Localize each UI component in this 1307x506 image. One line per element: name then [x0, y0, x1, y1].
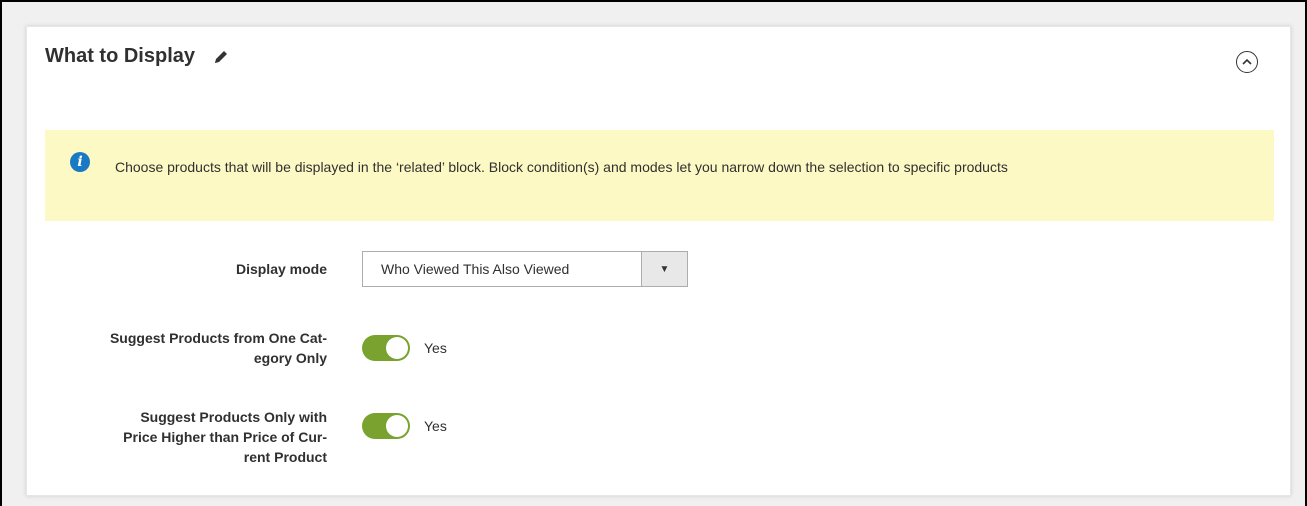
higher-price-label-line1: Suggest Products Only with	[140, 409, 327, 425]
notice-text: Choose products that will be displayed i…	[115, 159, 1008, 175]
what-to-display-panel: What to Display i Choose products that w…	[26, 26, 1291, 496]
one-category-toggle[interactable]	[362, 335, 410, 361]
display-mode-select[interactable]: Who Viewed This Also Viewed ▼	[362, 251, 688, 287]
higher-price-label: Suggest Products Only with Price Higher …	[27, 407, 327, 467]
chevron-up-circle-icon[interactable]	[1236, 51, 1258, 73]
panel-header: What to Display	[45, 45, 229, 68]
info-notice: i Choose products that will be displayed…	[45, 130, 1274, 221]
higher-price-label-line2: Price Higher than Price of Cur-	[123, 429, 327, 445]
info-icon: i	[70, 152, 90, 172]
display-mode-label: Display mode	[235, 261, 327, 277]
toggle-knob	[386, 337, 408, 359]
display-mode-value: Who Viewed This Also Viewed	[381, 261, 570, 277]
higher-price-toggle[interactable]	[362, 413, 410, 439]
one-category-label-line1: Suggest Products from One Cat-	[109, 330, 327, 346]
one-category-state: Yes	[424, 340, 447, 356]
page-frame: What to Display i Choose products that w…	[0, 0, 1307, 506]
panel-title: What to Display	[45, 45, 196, 67]
one-category-label: Suggest Products from One Cat- egory Onl…	[27, 328, 327, 368]
toggle-knob	[386, 415, 408, 437]
higher-price-label-line3: rent Product	[243, 449, 327, 465]
triangle-down-icon[interactable]: ▼	[641, 252, 687, 286]
higher-price-state: Yes	[424, 418, 447, 434]
pencil-icon[interactable]	[213, 49, 229, 65]
one-category-label-line2: egory Only	[253, 350, 327, 366]
